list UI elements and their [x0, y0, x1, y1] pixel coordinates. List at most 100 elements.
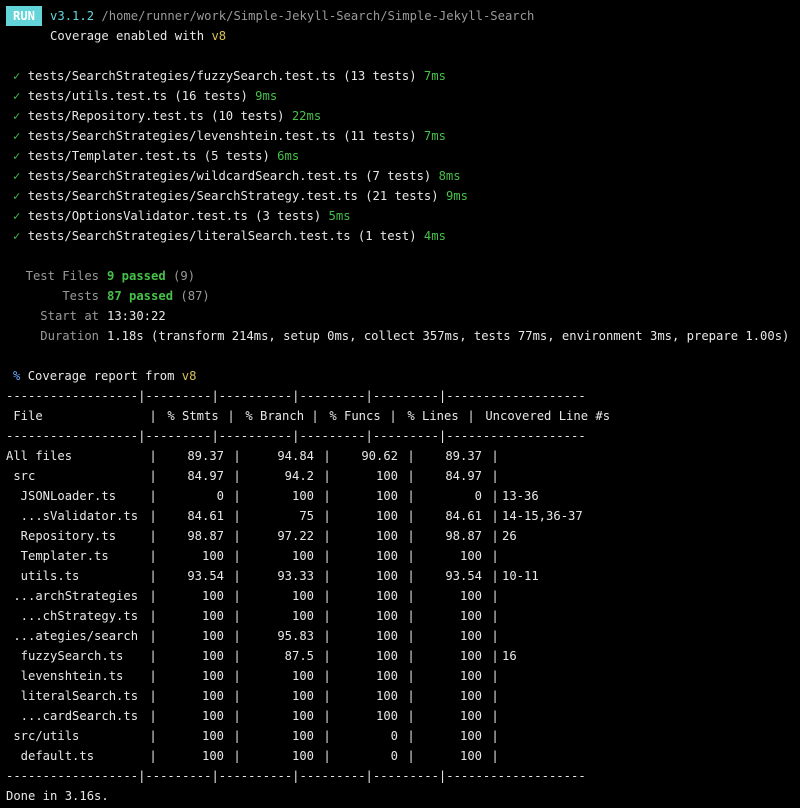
column-separator: |	[323, 549, 331, 563]
column-separator: |	[491, 729, 499, 743]
column-separator: |	[149, 549, 157, 563]
column-separator: |	[233, 489, 241, 503]
cell-lines: 0	[474, 489, 482, 503]
coverage-enabled-line: Coverage enabled with v8	[6, 26, 800, 46]
cell-uncovered: 13-36	[502, 489, 539, 503]
column-separator: |	[323, 489, 331, 503]
cell-stmts: 100	[201, 689, 224, 703]
column-separator: |	[323, 529, 331, 543]
check-icon: ✓	[13, 149, 21, 163]
cell-file: ...archStrategies	[6, 589, 139, 603]
files-passed: 9 passed	[107, 269, 166, 283]
column-separator: |	[407, 609, 415, 623]
cell-file: ...sValidator.ts	[6, 509, 139, 523]
column-separator: |	[491, 529, 499, 543]
percent-icon: %	[13, 369, 21, 383]
column-separator: |	[149, 409, 157, 423]
vitest-version: v3.1.2	[50, 9, 95, 23]
column-separator: |	[389, 409, 397, 423]
cell-stmts: 100	[201, 749, 224, 763]
project-path: /home/runner/work/Simple-Jekyll-Search/S…	[101, 9, 535, 23]
test-result-line: ✓ tests/SearchStrategies/levenshtein.tes…	[6, 126, 800, 146]
cell-branch: 93.33	[277, 569, 314, 583]
cell-lines: 100	[459, 689, 482, 703]
table-row: fuzzySearch.ts | 100 | 87.5 | 100 | 100 | 16	[6, 646, 800, 666]
cell-stmts: 100	[201, 669, 224, 683]
column-separator: |	[233, 729, 241, 743]
cell-uncovered: 16	[502, 649, 517, 663]
column-separator: |	[491, 689, 499, 703]
cell-lines: 100	[459, 549, 482, 563]
cell-lines: 100	[459, 729, 482, 743]
cell-file: ...ategies/search	[6, 629, 139, 643]
check-icon: ✓	[13, 69, 21, 83]
summary-test-files: Test Files 9 passed (9)	[6, 266, 800, 286]
cell-lines: 98.87	[445, 529, 482, 543]
cell-stmts: 89.37	[187, 449, 224, 463]
column-separator: |	[149, 749, 157, 763]
column-separator: |	[407, 449, 415, 463]
test-duration: 9ms	[255, 89, 278, 103]
cell-funcs: 100	[375, 709, 398, 723]
column-separator: |	[407, 669, 415, 683]
test-result-line: ✓ tests/SearchStrategies/wildcardSearch.…	[6, 166, 800, 186]
column-separator: |	[407, 589, 415, 603]
header-cell-lines: % Lines	[400, 409, 459, 423]
cell-stmts: 0	[216, 489, 224, 503]
cell-file: levenshtein.ts	[6, 669, 124, 683]
cell-file: fuzzySearch.ts	[6, 649, 124, 663]
table-rule: ------------------|---------|----------|…	[6, 429, 586, 443]
test-file-name: tests/SearchStrategies/wildcardSearch.te…	[27, 169, 432, 183]
duration-detail: (transform 214ms, setup 0ms, collect 357…	[151, 329, 790, 343]
coverage-title-text: Coverage report from	[27, 369, 182, 383]
cell-lines: 100	[459, 749, 482, 763]
cell-stmts: 100	[201, 629, 224, 643]
cell-stmts: 100	[201, 609, 224, 623]
column-separator: |	[491, 509, 499, 523]
coverage-title-provider: v8	[181, 369, 197, 383]
cell-lines: 100	[459, 709, 482, 723]
column-separator: |	[323, 569, 331, 583]
cell-lines: 89.37	[445, 449, 482, 463]
column-separator: |	[323, 629, 331, 643]
column-separator: |	[233, 669, 241, 683]
column-separator: |	[491, 649, 499, 663]
column-separator: |	[407, 689, 415, 703]
column-separator: |	[323, 669, 331, 683]
table-row: src/utils | 100 | 100 | 0 | 100 |	[6, 726, 800, 746]
cell-file: utils.ts	[6, 569, 80, 583]
test-file-name: tests/SearchStrategies/levenshtein.test.…	[27, 129, 417, 143]
column-separator: |	[233, 589, 241, 603]
cell-branch: 100	[291, 589, 314, 603]
check-icon: ✓	[13, 109, 21, 123]
column-separator: |	[407, 709, 415, 723]
cell-stmts: 100	[201, 709, 224, 723]
table-row: ...sValidator.ts | 84.61 | 75 | 100 | 84.61 | 14-1…	[6, 506, 800, 526]
column-separator: |	[407, 489, 415, 503]
cell-stmts: 98.87	[187, 529, 224, 543]
column-separator: |	[491, 589, 499, 603]
column-separator: |	[491, 669, 499, 683]
cell-file: Templater.ts	[6, 549, 109, 563]
column-separator: |	[323, 689, 331, 703]
cell-lines: 100	[459, 609, 482, 623]
summary-tests: Tests 87 passed (87)	[6, 286, 800, 306]
test-result-line: ✓ tests/utils.test.ts (16 tests) 9ms	[6, 86, 800, 106]
test-duration: 22ms	[291, 109, 322, 123]
check-icon: ✓	[13, 209, 21, 223]
cell-stmts: 93.54	[187, 569, 224, 583]
header-cell-funcs: % Funcs	[322, 409, 381, 423]
cell-branch: 94.84	[277, 449, 314, 463]
column-separator: |	[149, 589, 157, 603]
cell-branch: 100	[291, 489, 314, 503]
cell-stmts: 100	[201, 589, 224, 603]
test-result-line: ✓ tests/Repository.test.ts (10 tests) 22…	[6, 106, 800, 126]
cell-lines: 100	[459, 629, 482, 643]
table-rule: ------------------|---------|----------|…	[6, 769, 586, 783]
column-separator: |	[407, 549, 415, 563]
test-file-name: tests/Repository.test.ts (10 tests)	[27, 109, 285, 123]
tests-passed: 87 passed	[107, 289, 174, 303]
done-message: Done in 3.16s.	[6, 789, 109, 803]
column-separator: |	[407, 649, 415, 663]
